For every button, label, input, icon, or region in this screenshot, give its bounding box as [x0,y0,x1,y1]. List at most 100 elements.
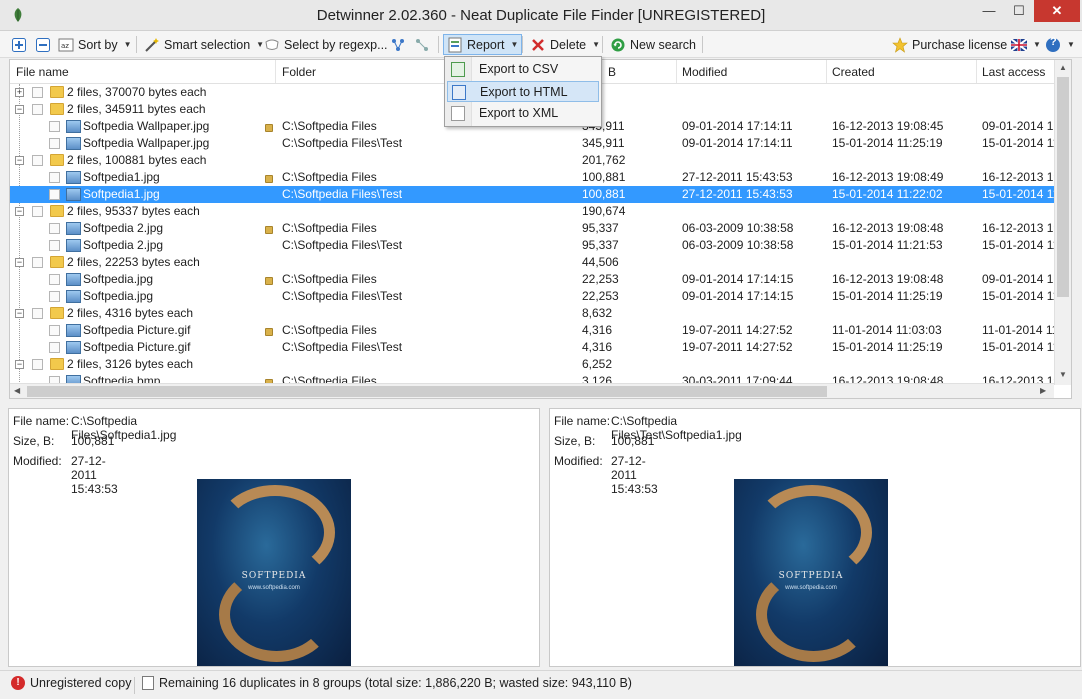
column-created[interactable]: Created [832,65,875,79]
file-checkbox[interactable] [49,342,60,353]
group-checkbox[interactable] [32,359,43,370]
help-glyph: ? [1050,36,1057,48]
last-access-date: 16-12-2013 19 [982,170,1054,184]
minimize-button[interactable]: — [974,0,1004,22]
smart-selection-button[interactable]: Smart selection ▼ [144,34,264,55]
scroll-up-arrow-icon[interactable]: ▲ [1059,63,1067,72]
unregistered-label: Unregistered copy [30,676,132,690]
file-row[interactable]: Softpedia 2.jpg C:\Softpedia Files\Test 95… [10,237,1054,254]
expand-toggle-icon[interactable]: − [15,105,24,114]
file-row[interactable]: Softpedia1.jpg C:\Softpedia Files\Test 100… [10,186,1054,203]
file-row[interactable]: Softpedia Picture.gif C:\Softpedia Files\… [10,339,1054,356]
select-by-regexp-label: Select by regexp... [284,37,388,52]
file-checkbox[interactable] [49,121,60,132]
file-checkbox[interactable] [49,138,60,149]
help-button[interactable]: ? ▼ [1045,34,1075,55]
collapse-all-button[interactable] [35,34,51,55]
group-size: 190,674 [582,204,626,218]
group-size: 201,762 [582,153,626,167]
expand-toggle-icon[interactable]: − [15,258,24,267]
scroll-down-arrow-icon[interactable]: ▼ [1059,370,1067,379]
column-size[interactable]: B [608,65,616,79]
group-row[interactable]: − 2 files, 3126 bytes each 6,252 [10,356,1054,373]
file-name: Softpedia Picture.gif [83,323,191,337]
image-watermark: SOFTPEDIA [778,571,844,581]
column-file-name[interactable]: File name [16,65,69,79]
file-row[interactable]: Softpedia.jpg C:\Softpedia Files 22,253 09-… [10,271,1054,288]
last-access-date: 15-01-2014 11 [982,340,1054,354]
group-row[interactable]: − 2 files, 22253 bytes each 44,506 [10,254,1054,271]
group-checkbox[interactable] [32,206,43,217]
toolbar-separator [522,36,523,53]
column-divider[interactable] [676,60,677,83]
deselect-group-button[interactable] [414,34,430,55]
image-file-icon [66,171,81,184]
group-row[interactable]: − 2 files, 4316 bytes each 8,632 [10,305,1054,322]
expand-toggle-icon[interactable]: + [15,88,24,97]
file-row[interactable]: Softpedia.jpg C:\Softpedia Files\Test 22,2… [10,288,1054,305]
group-row[interactable]: − 2 files, 95337 bytes each 190,674 [10,203,1054,220]
group-checkbox[interactable] [32,87,43,98]
report-button[interactable]: Report ▼ [443,34,523,55]
file-checkbox[interactable] [49,240,60,251]
file-checkbox[interactable] [49,189,60,200]
delete-button[interactable]: Delete ▼ [530,34,600,55]
toolbar-separator [602,36,603,53]
file-checkbox[interactable] [49,325,60,336]
column-folder[interactable]: Folder [282,65,316,79]
maximize-button[interactable]: ☐ [1004,0,1034,22]
expand-toggle-icon[interactable]: − [15,156,24,165]
file-row[interactable]: Softpedia 2.jpg C:\Softpedia Files 95,337 0… [10,220,1054,237]
menu-item-export-csv[interactable]: Export to CSV [447,59,599,80]
file-name-label: File name: [13,414,70,428]
file-size: 95,337 [582,238,619,252]
column-last-access[interactable]: Last access [982,65,1045,79]
scroll-left-arrow-icon[interactable]: ◀ [14,386,20,395]
island-shape [219,567,334,662]
file-checkbox[interactable] [49,223,60,234]
new-search-button[interactable]: New search [610,34,696,55]
file-row[interactable]: Softpedia1.jpg C:\Softpedia Files 100,881 2… [10,169,1054,186]
expand-toggle-icon[interactable]: − [15,309,24,318]
menu-item-export-xml[interactable]: Export to XML [447,103,599,124]
group-checkbox[interactable] [32,308,43,319]
vertical-scroll-thumb[interactable] [1057,77,1069,297]
file-checkbox[interactable] [49,274,60,285]
group-checkbox[interactable] [32,257,43,268]
sort-icon: az [58,38,74,51]
chevron-down-icon: ▼ [123,40,132,49]
folder-path: C:\Softpedia Files\Test [282,136,403,150]
horizontal-scroll-thumb[interactable] [27,386,827,397]
purchase-license-button[interactable]: Purchase license [892,34,1007,55]
group-row[interactable]: − 2 files, 100881 bytes each 201,762 [10,152,1054,169]
file-row[interactable]: Softpedia Picture.gif C:\Softpedia Files 4… [10,322,1054,339]
file-name: Softpedia.jpg [83,289,154,303]
close-button[interactable]: ✕ [1034,0,1080,22]
sort-by-button[interactable]: az Sort by ▼ [58,34,132,55]
select-group-button[interactable] [390,34,406,55]
scroll-right-arrow-icon[interactable]: ▶ [1040,386,1046,395]
horizontal-scrollbar[interactable]: ◀ ▶ [10,383,1054,398]
window-title: Detwinner 2.02.360 - Neat Duplicate File… [316,7,766,24]
report-label: Report [467,37,505,52]
column-divider[interactable] [275,60,276,83]
folder-icon [50,358,64,370]
column-modified[interactable]: Modified [682,65,727,79]
column-divider[interactable] [826,60,827,83]
group-checkbox[interactable] [32,155,43,166]
created-date: 15-01-2014 11:25:19 [832,136,943,150]
file-checkbox[interactable] [49,291,60,302]
group-checkbox[interactable] [32,104,43,115]
expand-toggle-icon[interactable]: − [15,207,24,216]
language-button[interactable]: ▼ [1011,34,1041,55]
file-row[interactable]: Softpedia Wallpaper.jpg C:\Softpedia File… [10,135,1054,152]
expand-all-button[interactable] [11,34,27,55]
menu-item-export-html[interactable]: Export to HTML [447,81,599,102]
column-divider[interactable] [976,60,977,83]
expand-toggle-icon[interactable]: − [15,360,24,369]
vertical-scrollbar[interactable]: ▲ ▼ [1054,60,1071,385]
select-by-regexp-button[interactable]: Select by regexp... [264,34,388,55]
file-name-label: File name: [554,414,611,428]
file-checkbox[interactable] [49,172,60,183]
file-name: Softpedia1.jpg [83,187,160,201]
